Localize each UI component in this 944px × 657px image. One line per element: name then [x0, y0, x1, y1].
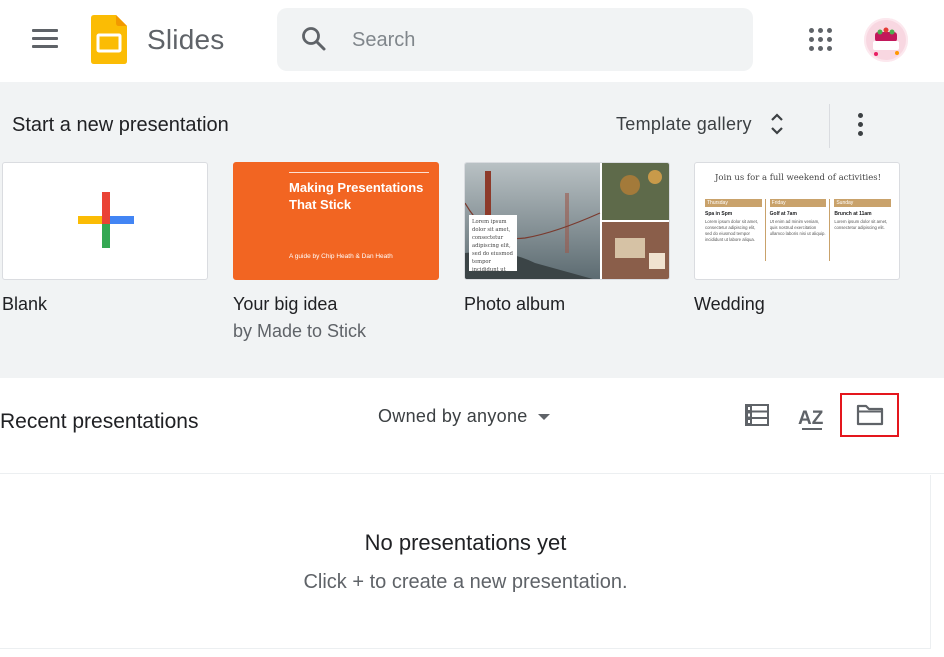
thumb-columns: Thursday Spa in Spm Lorem ipsum dolor si…	[705, 199, 892, 261]
template-photo-album[interactable]: Lorem ipsum dolor sit amet, consectetur …	[464, 162, 672, 315]
app-header: Slides	[0, 0, 944, 82]
template-gallery-button[interactable]: Template gallery	[608, 104, 792, 144]
sort-az-icon[interactable]: AZ	[798, 402, 828, 432]
template-name: Photo album	[464, 294, 566, 314]
divider	[829, 104, 830, 148]
avatar-image	[864, 18, 908, 62]
recent-toolbar: Recent presentations Owned by anyone AZ	[0, 378, 944, 474]
plus-icon	[78, 192, 134, 248]
slides-logo-icon[interactable]	[91, 15, 127, 64]
column-day: Friday	[769, 199, 827, 207]
column-title: Golf at 7am	[769, 211, 797, 217]
apps-grid-icon[interactable]	[809, 28, 833, 52]
template-thumbnail-wedding[interactable]: Join us for a full weekend of activities…	[694, 162, 900, 280]
template-author: by Made to Stick	[233, 321, 367, 341]
unfold-icon	[770, 112, 784, 136]
list-view-icon[interactable]	[745, 404, 769, 426]
thumb-title: Making Presentations That Stick	[289, 180, 424, 212]
template-gallery-label: Template gallery	[616, 113, 752, 134]
template-thumbnail-big-idea[interactable]: Making Presentations That Stick A guide …	[233, 162, 439, 280]
column-day: Thursday	[705, 199, 762, 207]
owner-filter-label: Owned by anyone	[378, 406, 528, 426]
template-name: Wedding	[694, 294, 765, 314]
column-title: Spa in Spm	[705, 211, 733, 217]
column-body: Lorem ipsum dolor sit amet, consectetur …	[834, 219, 888, 230]
thumb-column: Sunday Brunch at 11am Lorem ipsum dolor …	[834, 199, 892, 261]
menu-icon[interactable]	[32, 29, 58, 49]
empty-state-hint: Click + to create a new presentation.	[303, 571, 628, 593]
column-day: Sunday	[834, 199, 892, 207]
svg-text:AZ: AZ	[798, 408, 824, 429]
search-box[interactable]	[277, 8, 753, 71]
column-body: Lorem ipsum dolor sit amet, consectetur …	[705, 219, 759, 242]
open-file-picker-button[interactable]	[840, 393, 899, 437]
template-blank[interactable]: Blank	[2, 162, 210, 315]
recent-title: Recent presentations	[0, 410, 199, 433]
thumb-column: Friday Golf at 7am Ut enim ad minim veni…	[769, 199, 831, 261]
thumb-column: Thursday Spa in Spm Lorem ipsum dolor si…	[705, 199, 766, 261]
template-thumbnail-photo-album[interactable]: Lorem ipsum dolor sit amet, consectetur …	[464, 162, 670, 280]
folder-icon	[856, 404, 884, 426]
owner-filter-dropdown[interactable]: Owned by anyone	[378, 406, 550, 427]
empty-state-title: No presentations yet	[364, 530, 567, 555]
thumb-byline: A guide by Chip Heath & Dan Heath	[289, 253, 393, 260]
column-title: Brunch at 11am	[834, 211, 872, 217]
more-options-icon[interactable]	[850, 110, 870, 140]
search-input[interactable]	[352, 26, 732, 54]
template-name: Blank	[2, 294, 48, 314]
search-icon[interactable]	[301, 26, 327, 52]
thumb-caption: Lorem ipsum dolor sit amet, consectetur …	[469, 215, 517, 271]
section-title: Start a new presentation	[12, 114, 229, 136]
template-wedding[interactable]: Join us for a full weekend of activities…	[694, 162, 902, 315]
app-title[interactable]: Slides	[147, 24, 224, 56]
thumb-heading: Join us for a full weekend of activities…	[714, 173, 882, 183]
avatar[interactable]	[864, 18, 908, 62]
template-thumbnail-blank[interactable]	[2, 162, 208, 280]
empty-state: No presentations yet Click + to create a…	[0, 475, 931, 649]
caret-down-icon	[537, 413, 550, 420]
column-body: Ut enim ad minim veniam, quis nostrud ex…	[769, 219, 826, 236]
template-section: Start a new presentation Template galler…	[0, 82, 944, 378]
template-name: Your big idea	[233, 294, 338, 314]
template-your-big-idea[interactable]: Making Presentations That Stick A guide …	[233, 162, 441, 342]
